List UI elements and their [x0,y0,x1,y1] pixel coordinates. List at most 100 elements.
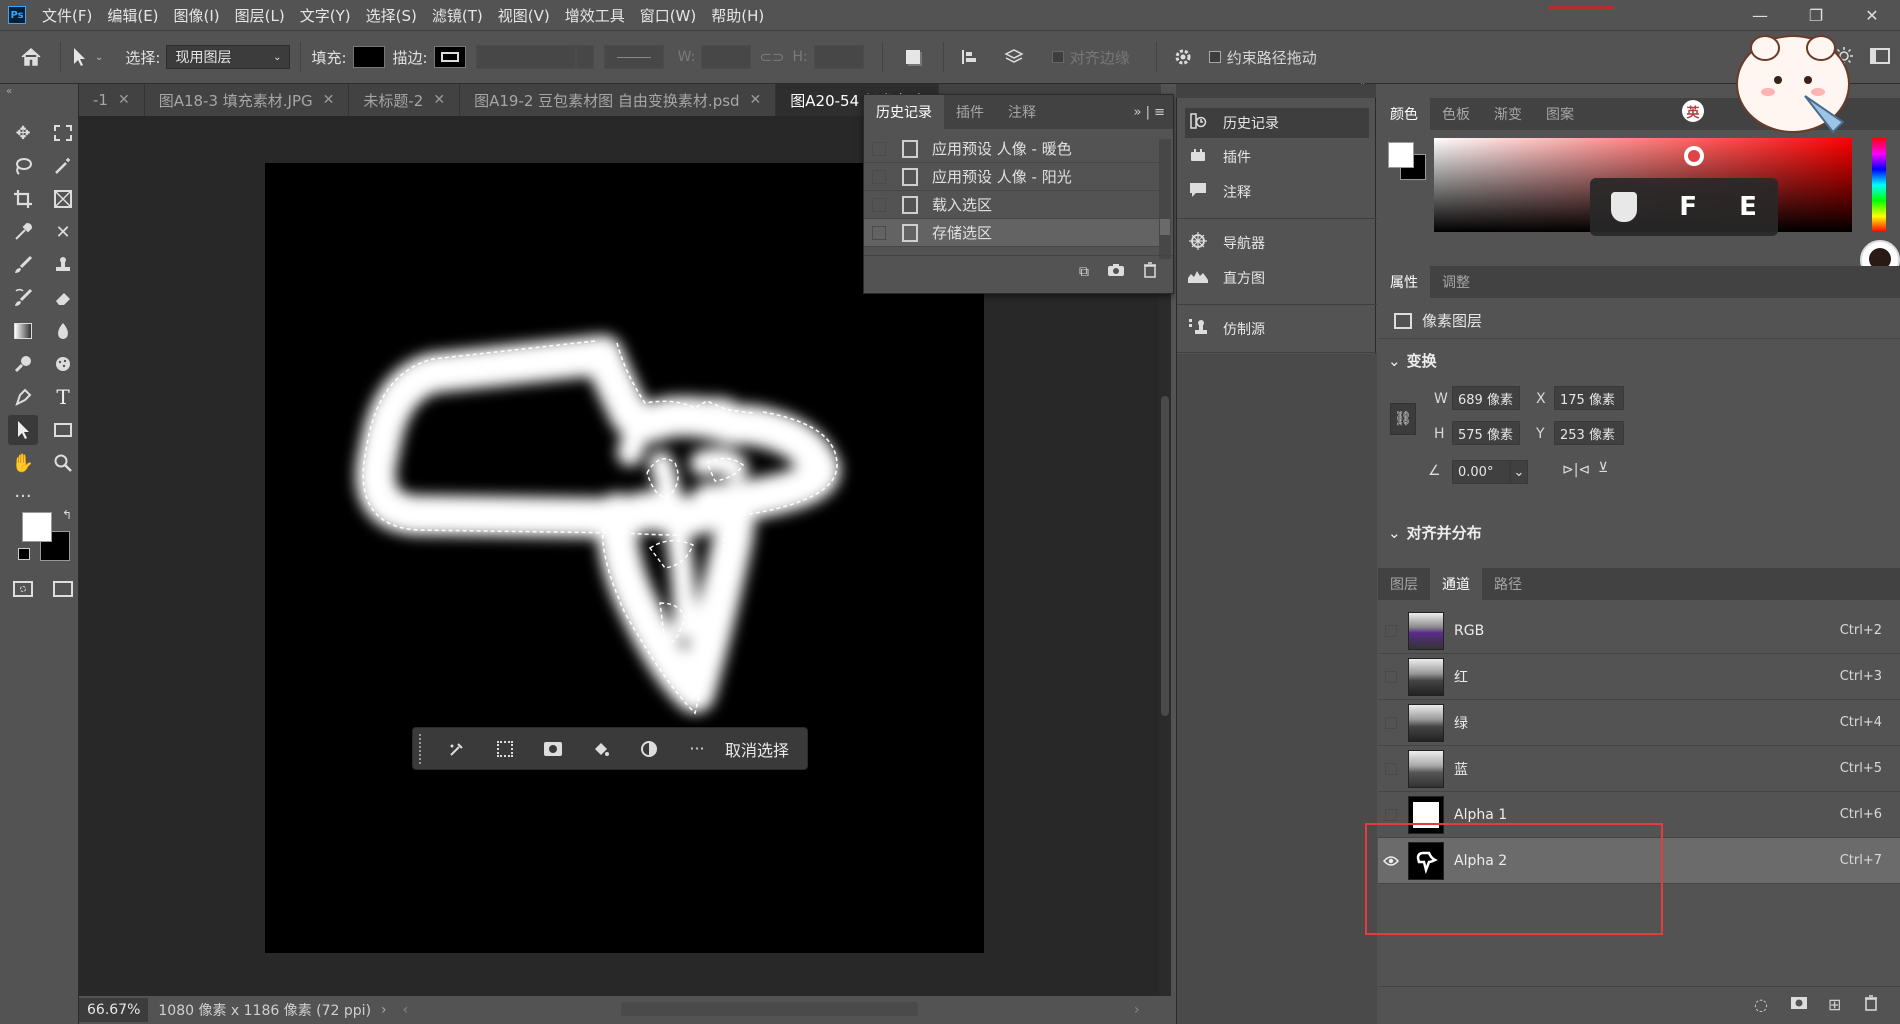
content-aware-move-icon[interactable]: ✕ [48,217,78,247]
swap-colors-icon[interactable]: ↰ [62,508,72,522]
constrain-path-checkbox[interactable] [1208,51,1221,63]
eraser-tool-icon[interactable] [48,283,78,313]
stroke-swatch[interactable] [433,46,466,68]
menu-layer[interactable]: 图层(L) [235,5,285,26]
align-edges-option[interactable]: 对齐边缘 [1051,47,1130,68]
dock-plugins[interactable]: 插件 [1185,142,1369,172]
gear-icon[interactable] [1173,47,1193,67]
y-field[interactable]: 253 像素 [1554,421,1624,445]
tab-properties[interactable]: 属性 [1378,266,1430,298]
scroll-right-icon[interactable]: › [1134,1002,1140,1018]
marquee-tool-icon[interactable] [48,118,78,148]
brush-tool-icon[interactable] [8,250,38,280]
pen-tool-icon[interactable] [8,382,38,412]
tab-doc-3[interactable]: 未标题-2 ✕ [349,84,461,116]
dock-navigator[interactable]: 导航器 [1185,228,1369,258]
visibility-toggle[interactable] [1378,654,1404,700]
more-tools-icon[interactable]: ··· [8,481,38,511]
select-mode-dropdown[interactable]: 现用图层 ⌄ [166,45,291,69]
fill-selection-icon[interactable] [577,727,625,770]
dodge-tool-icon[interactable] [8,349,38,379]
gradient-tool-icon[interactable] [8,316,38,346]
menu-view[interactable]: 视图(V) [498,5,550,26]
height-field[interactable] [813,45,864,69]
panel-menu-icon[interactable]: » | ≡ [1134,105,1166,120]
tab-color[interactable]: 颜色 [1378,98,1430,130]
horizontal-scrollbar-thumb[interactable] [621,1002,918,1016]
drag-handle-icon[interactable] [419,733,427,764]
menu-type[interactable]: 文字(Y) [300,5,351,26]
visibility-toggle[interactable] [1378,746,1404,792]
tab-patterns[interactable]: 图案 [1534,98,1586,130]
transform-section-header[interactable]: ⌄ 变换 [1388,350,1437,371]
x-field[interactable]: 175 像素 [1554,386,1624,410]
move-tool-icon[interactable]: ✥ [8,118,38,148]
minimize-icon[interactable]: — [1732,6,1788,25]
tab-doc-1[interactable]: -1 ✕ [79,84,145,116]
more-options-icon[interactable]: ··· [673,727,721,770]
close-icon[interactable]: ✕ [750,92,762,108]
history-item[interactable]: 应用预设 人像 - 阳光 [864,163,1159,191]
deselect-button[interactable]: 取消选择 [725,737,789,761]
width-field[interactable]: 689 像素 [1452,386,1520,410]
channel-row-rgb[interactable]: RGB Ctrl+2 [1378,608,1900,654]
default-colors-icon[interactable] [18,548,30,560]
flip-horizontal-icon[interactable]: ⊳|⊲ [1562,462,1590,478]
crop-tool-icon[interactable] [8,184,38,214]
tab-plugins[interactable]: 插件 [944,95,996,129]
menu-plugins[interactable]: 增效工具 [565,5,625,26]
screen-mode-icon[interactable] [48,574,78,604]
link-dimensions-icon[interactable]: ⛓ [1390,403,1416,435]
snapshot-checkbox[interactable] [872,141,886,156]
camera-icon[interactable] [1107,263,1125,281]
snapshot-checkbox[interactable] [872,225,886,240]
tab-history[interactable]: 历史记录 [864,95,944,129]
tab-doc-4[interactable]: 图A19-2 豆包素材图 自由变换素材.psd ✕ [460,84,777,116]
fill-swatch[interactable] [352,46,385,68]
menu-select[interactable]: 选择(S) [366,5,417,26]
close-icon[interactable]: ✕ [433,92,445,108]
clone-stamp-tool-icon[interactable] [48,250,78,280]
tab-notes[interactable]: 注释 [996,95,1048,129]
sponge-tool-icon[interactable] [48,349,78,379]
rectangle-tool-icon[interactable] [48,415,78,445]
history-scrollbar[interactable] [1159,139,1171,259]
history-item-selected[interactable]: 存储选区 [864,219,1159,247]
workspace-icon[interactable] [1870,48,1890,64]
tab-swatches[interactable]: 色板 [1430,98,1482,130]
constrain-path-option[interactable]: 约束路径拖动 [1208,47,1317,68]
new-channel-icon[interactable]: ⊞ [1828,995,1841,1014]
hue-slider[interactable] [1872,138,1886,232]
color-panel-foreground-swatch[interactable] [1388,142,1414,168]
new-document-from-state-icon[interactable]: ⧉ [1079,264,1089,280]
snapshot-checkbox[interactable] [872,197,886,212]
dock-clone-source[interactable]: 仿制源 [1185,314,1369,344]
visibility-toggle[interactable] [1378,700,1404,746]
menu-file[interactable]: 文件(F) [42,5,92,26]
chevron-right-icon[interactable]: › [381,1002,387,1018]
eyedropper-tool-icon[interactable] [8,217,38,247]
tab-adjustments[interactable]: 调整 [1430,266,1482,298]
magic-wand-tool-icon[interactable] [48,151,78,181]
channel-row-red[interactable]: 红 Ctrl+3 [1378,654,1900,700]
align-distribute-section-header[interactable]: ⌄ 对齐并分布 [1388,522,1482,543]
path-selection-tool-icon[interactable] [8,415,38,445]
history-item[interactable]: 载入选区 [864,191,1159,219]
channel-row-green[interactable]: 绿 Ctrl+4 [1378,700,1900,746]
home-icon[interactable] [20,47,50,67]
select-subject-icon[interactable] [433,727,481,770]
type-tool-icon[interactable]: T [48,382,78,412]
stroke-width-field[interactable] [475,45,576,69]
dock-notes[interactable]: 注释 [1185,177,1369,207]
tab-doc-2[interactable]: 图A18-3 填充素材.JPG ✕ [144,84,350,116]
height-field[interactable]: 575 像素 [1452,421,1520,445]
vertical-scrollbar-thumb[interactable] [1161,396,1169,716]
foreground-color-swatch[interactable] [22,512,52,542]
menu-help[interactable]: 帮助(H) [711,5,764,26]
menu-edit[interactable]: 编辑(E) [107,5,158,26]
add-mask-icon[interactable] [529,727,577,770]
frame-tool-icon[interactable] [48,184,78,214]
menu-window[interactable]: 窗口(W) [640,5,697,26]
scroll-left-icon[interactable]: ‹ [403,1002,409,1018]
close-icon[interactable]: ✕ [1844,6,1900,25]
